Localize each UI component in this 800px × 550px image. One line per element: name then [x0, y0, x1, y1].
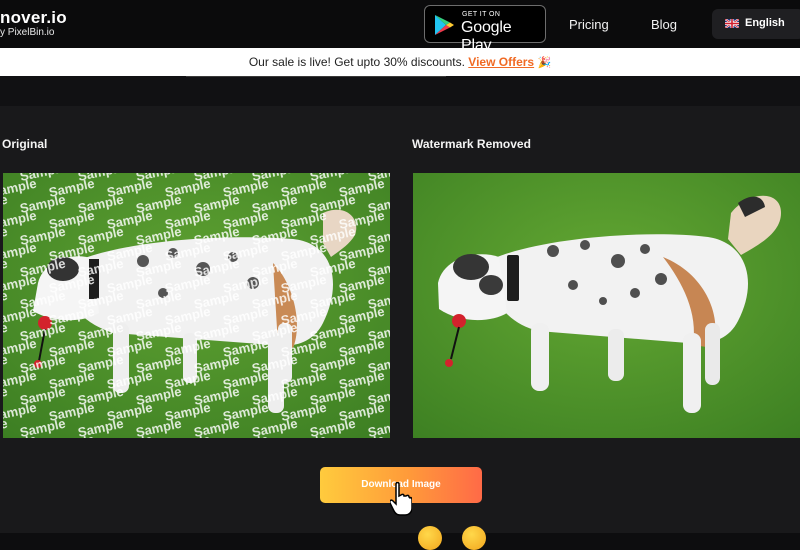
sale-banner: Our sale is live! Get upto 30% discounts…	[0, 48, 800, 76]
party-popper-icon: 🎉	[537, 57, 552, 69]
nav-pricing[interactable]: Pricing	[569, 17, 609, 32]
divider	[186, 76, 446, 77]
uk-flag-icon	[725, 19, 739, 28]
top-header: nover.io y PixelBin.io GET IT ON Google …	[0, 0, 800, 54]
google-play-icon	[435, 15, 454, 35]
emoji-icon	[462, 526, 486, 550]
google-play-small-text: GET IT ON	[462, 11, 501, 18]
google-play-button[interactable]: GET IT ON Google Play	[424, 5, 546, 54]
original-image: Sample Sample Sample Sample Sample Sample Samp…	[3, 173, 390, 438]
logo-title[interactable]: nover.io	[0, 8, 67, 28]
language-selector[interactable]: English	[712, 9, 800, 39]
nav-blog[interactable]: Blog	[651, 17, 677, 32]
watermark-removed-title: Watermark Removed	[412, 137, 531, 151]
emoji-icon	[418, 526, 442, 550]
view-offers-link[interactable]: View Offers	[468, 55, 534, 69]
sale-banner-text: Our sale is live! Get upto 30% discounts…	[248, 55, 465, 69]
watermark-removed-image	[413, 173, 800, 438]
hand-pointer-icon	[390, 482, 412, 516]
original-title: Original	[2, 137, 48, 151]
logo-subtitle: y PixelBin.io	[0, 27, 55, 38]
language-label: English	[745, 17, 785, 29]
content-top-strip	[0, 76, 800, 106]
